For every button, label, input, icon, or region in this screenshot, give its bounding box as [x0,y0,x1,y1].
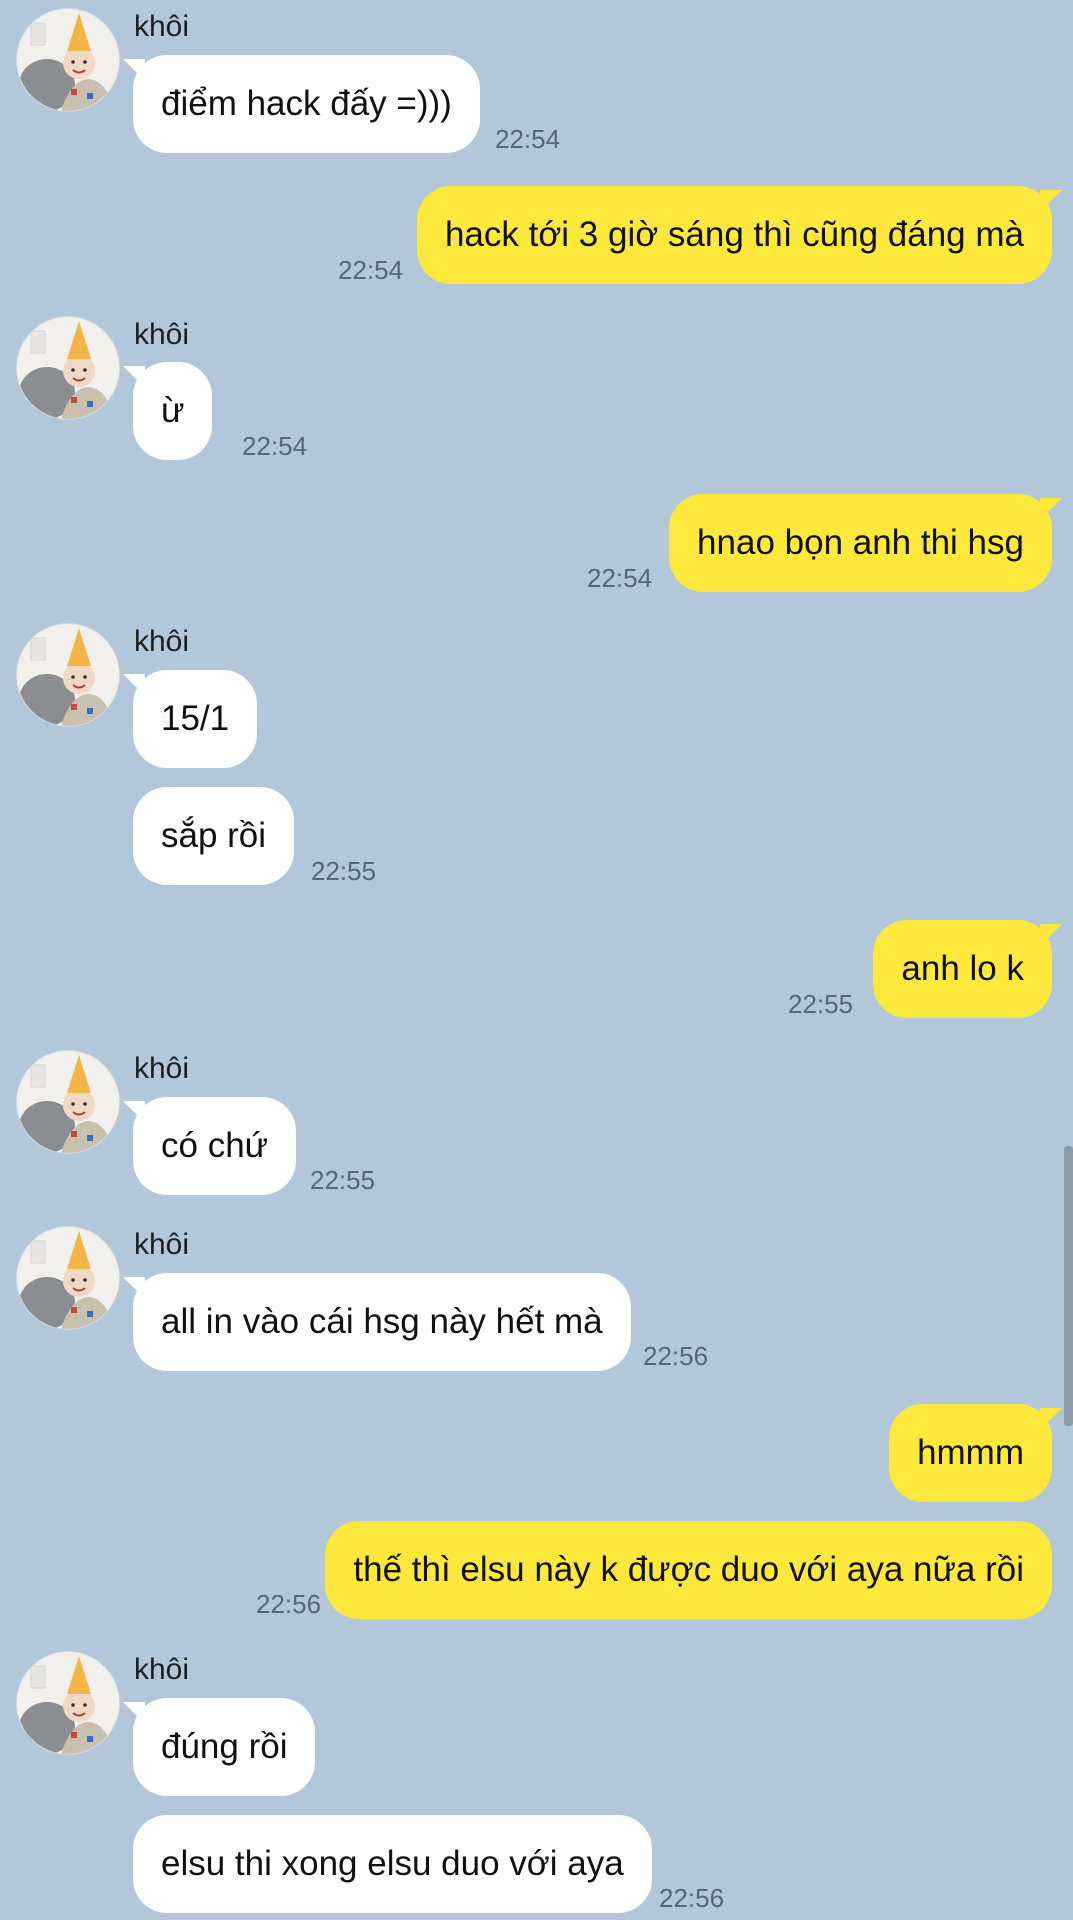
message-timestamp: 22:56 [256,1589,322,1619]
child-avatar-icon [17,1051,119,1153]
message-bubble-outgoing[interactable]: hnao bọn anh thi hsg [669,494,1062,592]
message-bubble-incoming[interactable]: all in vào cái hsg này hết mà [123,1273,631,1371]
contact-avatar[interactable] [16,1050,120,1154]
chat-scrollbar[interactable] [1064,1146,1073,1426]
message-timestamp: 22:56 [659,1883,725,1913]
sender-name: khôi [134,10,190,43]
message-bubble-outgoing[interactable]: anh lo k [873,920,1062,1018]
message-timestamp: 22:55 [311,856,377,886]
message-timestamp: 22:55 [788,989,854,1019]
message-timestamp: 22:54 [338,255,404,285]
message-bubble-outgoing[interactable]: thế thì elsu này k được duo với aya nữa … [325,1521,1052,1619]
child-avatar-icon [17,317,119,419]
message-bubble-incoming[interactable]: đúng rồi [122,1698,316,1796]
sender-name: khôi [134,625,190,658]
message-bubble-outgoing[interactable]: hmmm [889,1404,1062,1502]
contact-avatar[interactable] [16,1226,120,1330]
message-bubble-incoming[interactable]: ừ [122,362,213,460]
sender-name: khôi [134,1228,190,1261]
sender-name: khôi [134,1653,190,1686]
contact-avatar[interactable] [16,623,120,727]
child-avatar-icon [17,1227,119,1329]
message-timestamp: 22:54 [495,124,561,154]
message-bubble-incoming[interactable]: 15/1 [122,670,258,768]
message-timestamp: 22:54 [587,563,653,593]
chat-message-list[interactable]: khôi điểm hack đấy =))) 22:54 hack tới 3… [0,0,1073,1920]
child-avatar-icon [17,9,119,111]
message-bubble-incoming[interactable]: sắp rồi [133,787,295,885]
contact-avatar[interactable] [16,316,120,420]
message-bubble-incoming[interactable]: điểm hack đấy =))) [123,55,480,153]
contact-avatar[interactable] [16,8,120,112]
child-avatar-icon [17,624,119,726]
message-bubble-outgoing[interactable]: hack tới 3 giờ sáng thì cũng đáng mà [416,186,1063,284]
message-timestamp: 22:56 [643,1341,709,1371]
message-bubble-incoming[interactable]: elsu thi xong elsu duo với aya [133,1815,652,1913]
message-bubble-incoming[interactable]: có chứ [122,1097,297,1195]
sender-name: khôi [134,1052,190,1085]
sender-name: khôi [134,318,190,351]
contact-avatar[interactable] [16,1651,120,1755]
child-avatar-icon [17,1652,119,1754]
message-timestamp: 22:55 [310,1165,376,1195]
message-timestamp: 22:54 [242,431,308,461]
